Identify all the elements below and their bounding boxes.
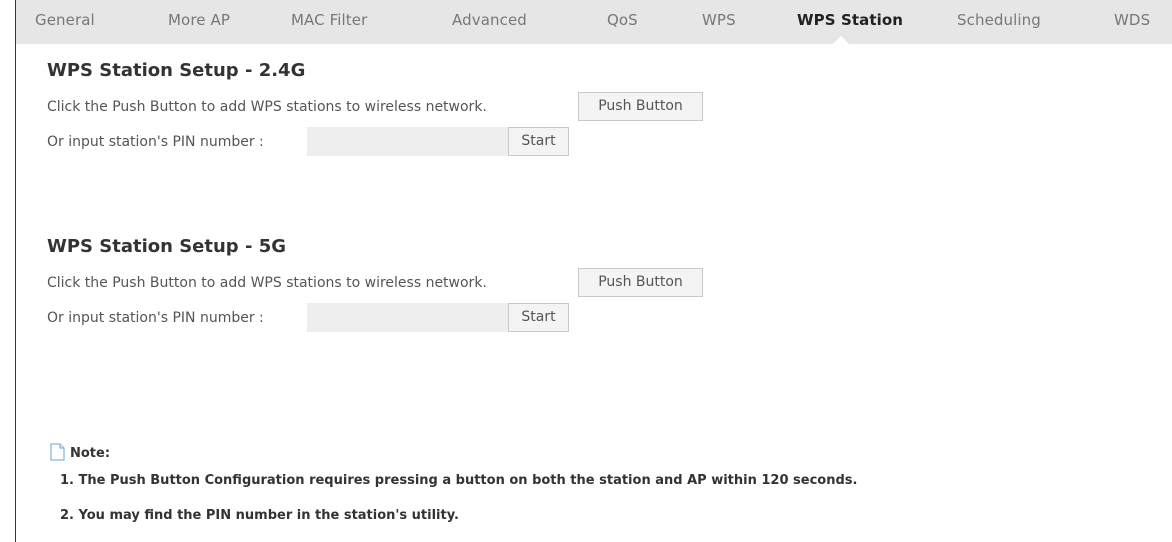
tab-advanced[interactable]: Advanced	[452, 11, 527, 29]
pin-label-2-4g: Or input station's PIN number :	[47, 134, 264, 150]
tab-bar: General More AP MAC Filter Advanced QoS …	[16, 0, 1172, 44]
pin-input-2-4g[interactable]	[307, 127, 508, 156]
tab-mac-filter[interactable]: MAC Filter	[291, 11, 367, 29]
push-text-5g: Click the Push Button to add WPS station…	[47, 275, 487, 291]
pin-input-5g[interactable]	[307, 303, 508, 332]
note-line-2: 2. You may find the PIN number in the st…	[60, 508, 459, 523]
tab-wps[interactable]: WPS	[702, 11, 736, 29]
section-title-5g: WPS Station Setup - 5G	[47, 236, 286, 257]
pin-label-5g: Or input station's PIN number :	[47, 310, 264, 326]
tab-wps-station[interactable]: WPS Station	[797, 11, 903, 29]
frame-border	[15, 0, 16, 542]
push-button-2-4g[interactable]: Push Button	[578, 92, 703, 121]
tab-general[interactable]: General	[35, 11, 95, 29]
tab-qos[interactable]: QoS	[607, 11, 638, 29]
section-title-2-4g: WPS Station Setup - 2.4G	[47, 60, 306, 81]
start-button-5g[interactable]: Start	[508, 303, 569, 332]
tab-scheduling[interactable]: Scheduling	[957, 11, 1041, 29]
tab-wds[interactable]: WDS	[1114, 11, 1150, 29]
note-label: Note:	[70, 446, 111, 461]
push-button-5g[interactable]: Push Button	[578, 268, 703, 297]
note-icon	[50, 443, 65, 461]
active-tab-pointer	[833, 36, 849, 44]
push-text-2-4g: Click the Push Button to add WPS station…	[47, 99, 487, 115]
note-line-1: 1. The Push Button Configuration require…	[60, 473, 858, 488]
tab-more-ap[interactable]: More AP	[168, 11, 230, 29]
start-button-2-4g[interactable]: Start	[508, 127, 569, 156]
